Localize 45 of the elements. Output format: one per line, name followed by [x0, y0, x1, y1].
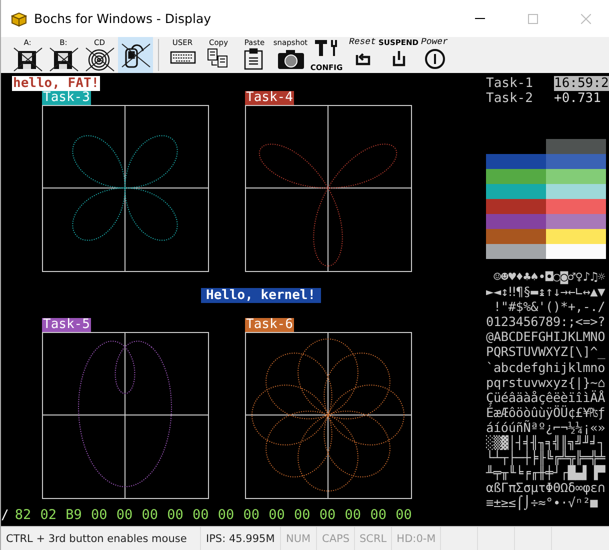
plot-label: Task-3: [42, 91, 91, 105]
task-name: Task-2: [486, 91, 534, 106]
task-value: 16:59:2: [554, 76, 609, 91]
charset-row-text: ►◄↕‼¶§▬↨↑↓→←∟↔▲▼: [486, 284, 606, 300]
window-title: Bochs for Windows - Display: [34, 11, 212, 26]
charset-row-text: 0123456789:;<=>?: [486, 314, 606, 330]
toolbar-button[interactable]: [118, 37, 153, 73]
plot-label: Task-5: [42, 318, 91, 332]
charset-row-text: áíóúñÑªº¿⌐¬½¼¡«»: [486, 420, 606, 435]
status-text: SCRL: [354, 527, 392, 550]
task-name: Task-1: [486, 76, 534, 91]
screen-text: hello, FAT!: [12, 76, 100, 91]
status-text: CTRL + 3rd button enables mouse: [1, 527, 201, 550]
charset-row-text: αßΓπΣσµτΦΘΩδ∞φε∩: [486, 480, 606, 496]
floppy-icon: [48, 47, 78, 72]
plot-label: Task-4: [245, 91, 294, 105]
charset-row-text: ╨╤╥╙╘╒╓╫╪┘┌█▄▌▐▀: [486, 465, 606, 480]
charset-row-text: pqrstuvwxyz{|}~⌂: [486, 374, 606, 390]
floppy-icon: [12, 47, 42, 72]
charset-row-text: `abcdefghijklmno: [486, 360, 606, 375]
toolbar-button[interactable]: Power: [417, 37, 452, 73]
cdrom-icon: [84, 47, 114, 72]
charset-row-text: ÇüéâäàåçêëèïîìÄÅ: [486, 390, 606, 405]
toolbar-button[interactable]: Reset: [345, 37, 380, 73]
minimize-icon[interactable]: [475, 18, 485, 20]
charset-row-text: PQRSTUVWXYZ[\]^_: [486, 344, 606, 360]
charset-row-text: └┴┬├─┼╞╟╚╔╩╦╠═╬╧: [486, 450, 606, 466]
cursor-glyph: /: [1, 508, 9, 522]
hex-dump-text: 82 02 B9 00 00 00 00 00 00 00 00 00 00 00 00 00: [14, 507, 412, 523]
mouse-icon: [120, 42, 150, 68]
screen-message: Hello, kernel!: [201, 288, 321, 302]
status-text: CAPS: [317, 527, 355, 550]
task-value: +0.731: [554, 91, 601, 106]
plot-label: Task-6: [245, 318, 294, 332]
charset-row-text: ÉæÆôöòûùÿÖÜ¢£¥₧ƒ: [486, 404, 606, 420]
status-text: NUM: [281, 527, 317, 550]
charset-row-text: @ABCDEFGHIJKLMNO: [486, 329, 606, 344]
charset-row-text: ≡±≥≤⌠⌡÷≈°∙·√ⁿ²■: [486, 495, 599, 510]
camera-icon: [276, 47, 306, 72]
app-icon: [11, 10, 27, 26]
status-text: HD:0-M: [392, 527, 441, 550]
charset-row-text: ░▒▓│┤╡╢╖╕╣║╗╝╜╛┐: [486, 435, 606, 450]
charset-row-text: ☺☻♥♦♣♠•◘○◙♂♀♪♫☼: [492, 269, 606, 284]
charset-row-text: !"#$%&'()*+,-./: [492, 299, 606, 314]
status-text: IPS: 45.995M: [201, 527, 281, 550]
